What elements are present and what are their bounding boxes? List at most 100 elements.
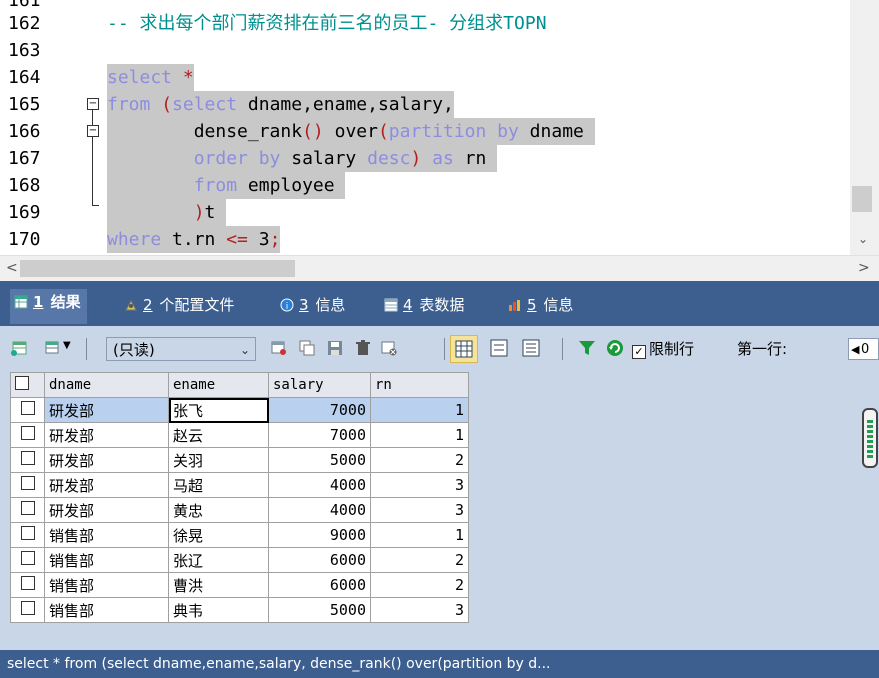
cell-ename[interactable]: 张辽 (168, 547, 269, 573)
row-checkbox[interactable] (10, 472, 45, 498)
chevron-right-icon[interactable]: > (858, 260, 870, 276)
readonly-select[interactable]: (只读) ⌄ (106, 337, 256, 361)
cell-salary[interactable]: 6000 (268, 572, 371, 598)
row-checkbox[interactable] (10, 422, 45, 448)
sql-editor[interactable]: 161 162 -- 求出每个部门薪资排在前三名的员工- 分组求TOPN 163… (0, 0, 879, 255)
cell-salary[interactable]: 4000 (268, 472, 371, 498)
row-checkbox[interactable] (10, 547, 45, 573)
tab-profiles[interactable]: 2 个配置文件 (120, 292, 240, 320)
tab-results[interactable]: 1 结果 (10, 289, 87, 324)
column-header-salary[interactable]: salary (268, 372, 371, 398)
dropdown-arrow-icon[interactable]: ▼ (63, 340, 71, 351)
table-row[interactable]: 研发部 黄忠 4000 3 (10, 497, 469, 523)
cell-rn[interactable]: 2 (370, 572, 469, 598)
chevron-down-icon[interactable]: ⌄ (858, 232, 868, 246)
cell-dname[interactable]: 销售部 (44, 597, 169, 623)
cell-rn[interactable]: 1 (370, 397, 469, 423)
filter-icon[interactable] (578, 339, 596, 357)
cell-dname[interactable]: 研发部 (44, 472, 169, 498)
editor-vertical-scrollbar[interactable] (850, 0, 879, 255)
table-row[interactable]: 研发部 赵云 7000 1 (10, 422, 469, 448)
fold-toggle-icon[interactable]: − (87, 125, 99, 137)
scroll-thumb[interactable] (20, 260, 295, 277)
cell-salary[interactable]: 5000 (268, 597, 371, 623)
cell-dname[interactable]: 研发部 (44, 497, 169, 523)
select-all-checkbox[interactable] (10, 372, 45, 398)
cell-ename[interactable]: 典韦 (168, 597, 269, 623)
cell-rn[interactable]: 2 (370, 547, 469, 573)
tab-number: 4 (403, 296, 413, 314)
copy-row-icon[interactable] (298, 339, 316, 357)
row-checkbox[interactable] (10, 397, 45, 423)
text-view-icon[interactable] (522, 339, 540, 357)
fold-toggle-icon[interactable]: − (87, 98, 99, 110)
scroll-thumb[interactable] (852, 186, 872, 212)
cell-salary[interactable]: 6000 (268, 547, 371, 573)
tab-table-data[interactable]: 4 表数据 (380, 292, 470, 320)
tab-info-2[interactable]: 5 信息 (504, 292, 579, 320)
insert-row-icon[interactable] (270, 339, 288, 357)
editor-line: 168 from employee (0, 172, 850, 199)
table-row[interactable]: 研发部 张飞 7000 1 (10, 397, 469, 423)
column-header-dname[interactable]: dname (44, 372, 169, 398)
delete-icon[interactable] (354, 339, 372, 357)
grid-view-button[interactable] (450, 335, 478, 363)
cell-ename[interactable]: 关羽 (168, 447, 269, 473)
cell-rn[interactable]: 1 (370, 422, 469, 448)
checkbox-icon (20, 401, 35, 415)
chevron-left-icon[interactable]: ◀ (851, 339, 859, 361)
cell-rn[interactable]: 1 (370, 522, 469, 548)
row-checkbox[interactable] (10, 522, 45, 548)
grid-vertical-scrollbar[interactable] (862, 408, 878, 468)
cell-salary[interactable]: 5000 (268, 447, 371, 473)
cell-dname[interactable]: 销售部 (44, 522, 169, 548)
cell-rn[interactable]: 3 (370, 497, 469, 523)
scroll-grip[interactable] (867, 420, 873, 460)
table-row[interactable]: 研发部 马超 4000 3 (10, 472, 469, 498)
editor-line: 163 (0, 37, 850, 64)
row-checkbox[interactable] (10, 497, 45, 523)
refresh-icon[interactable] (606, 339, 624, 357)
cell-dname[interactable]: 研发部 (44, 397, 169, 423)
discard-changes-icon[interactable] (380, 339, 398, 357)
cell-ename[interactable]: 马超 (168, 472, 269, 498)
cell-ename[interactable]: 曹洪 (168, 572, 269, 598)
row-checkbox[interactable] (10, 597, 45, 623)
cell-rn[interactable]: 3 (370, 597, 469, 623)
table-row[interactable]: 销售部 典韦 5000 3 (10, 597, 469, 623)
grid-options-icon[interactable] (44, 339, 62, 357)
cell-ename[interactable]: 赵云 (168, 422, 269, 448)
cell-ename[interactable]: 徐晃 (168, 522, 269, 548)
table-row[interactable]: 销售部 张辽 6000 2 (10, 547, 469, 573)
cell-ename[interactable]: 张飞 (168, 397, 269, 423)
tab-info[interactable]: i3 信息 (276, 292, 351, 320)
table-row[interactable]: 销售部 徐晃 9000 1 (10, 522, 469, 548)
cell-dname[interactable]: 销售部 (44, 547, 169, 573)
cell-salary[interactable]: 4000 (268, 497, 371, 523)
cell-salary[interactable]: 7000 (268, 422, 371, 448)
table-row[interactable]: 销售部 曹洪 6000 2 (10, 572, 469, 598)
save-icon[interactable] (326, 339, 344, 357)
profile-icon (125, 299, 137, 311)
cell-dname[interactable]: 研发部 (44, 422, 169, 448)
row-checkbox[interactable] (10, 447, 45, 473)
table-row[interactable]: 研发部 关羽 5000 2 (10, 447, 469, 473)
cell-salary[interactable]: 7000 (268, 397, 371, 423)
cell-dname[interactable]: 销售部 (44, 572, 169, 598)
limit-rows-checkbox[interactable]: ✓ 限制行 (632, 339, 694, 359)
cell-ename[interactable]: 黄忠 (168, 497, 269, 523)
column-header-rn[interactable]: rn (370, 372, 469, 398)
editor-horizontal-scrollbar[interactable]: < > (0, 255, 879, 282)
cell-dname[interactable]: 研发部 (44, 447, 169, 473)
first-row-input[interactable]: ◀ 0 (848, 338, 879, 360)
column-header-ename[interactable]: ename (168, 372, 269, 398)
cell-salary[interactable]: 9000 (268, 522, 371, 548)
line-number: 162 (8, 13, 41, 34)
row-checkbox[interactable] (10, 572, 45, 598)
add-row-icon[interactable] (10, 339, 28, 357)
cell-rn[interactable]: 2 (370, 447, 469, 473)
chevron-left-icon[interactable]: < (6, 260, 18, 276)
cell-rn[interactable]: 3 (370, 472, 469, 498)
form-view-icon[interactable] (490, 339, 508, 357)
checkbox-icon (20, 601, 35, 615)
